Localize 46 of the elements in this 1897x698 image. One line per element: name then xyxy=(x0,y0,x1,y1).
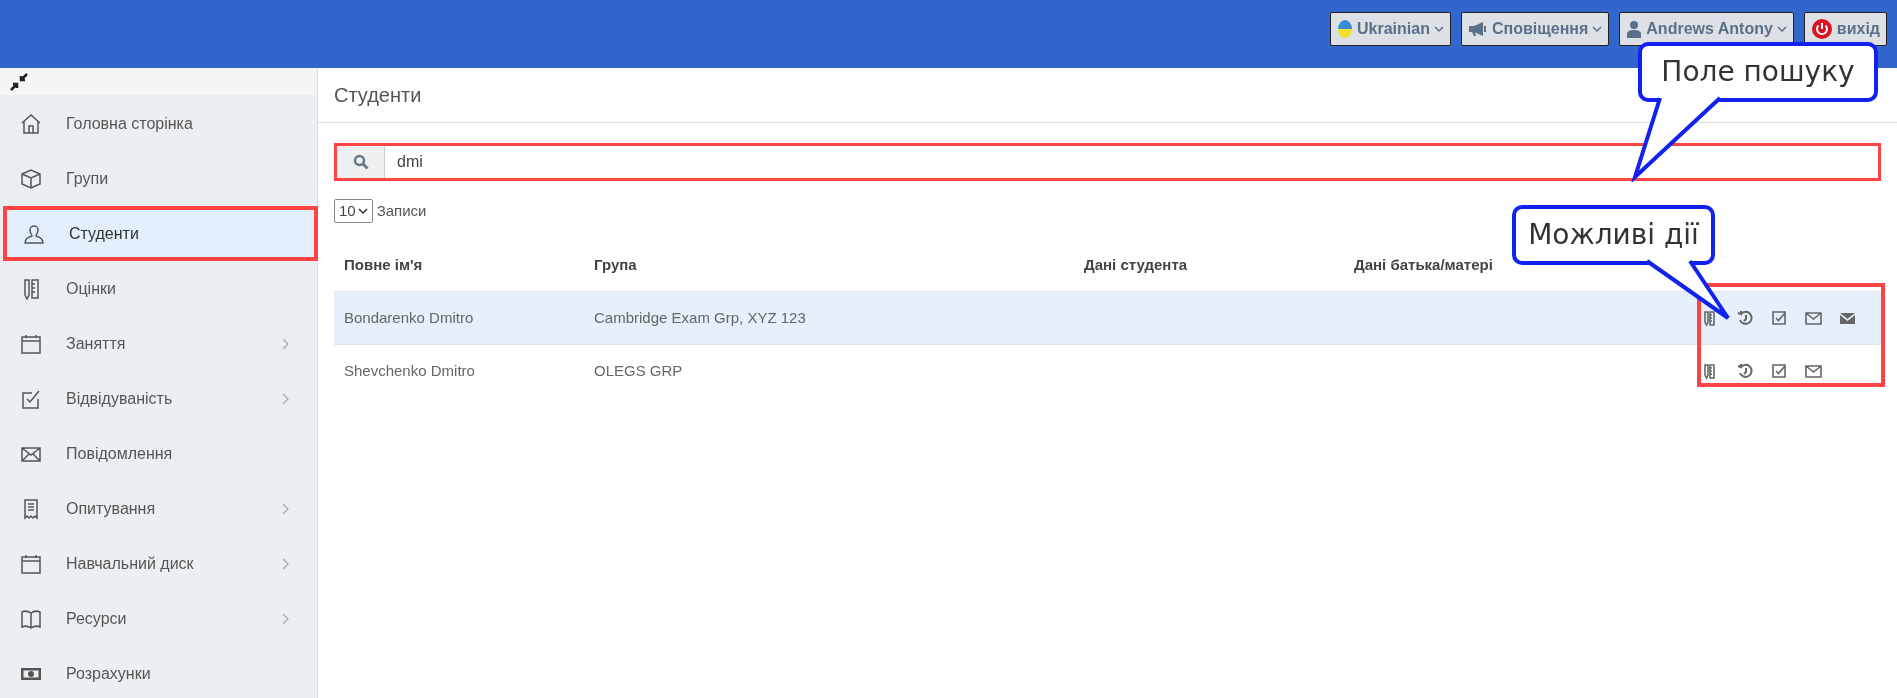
sidebar-item[interactable]: Групи xyxy=(0,151,317,206)
power-icon xyxy=(1810,18,1833,40)
page-size-select[interactable]: 10 xyxy=(334,199,373,223)
checkbox-icon[interactable] xyxy=(1771,362,1788,380)
flag-icon xyxy=(1337,19,1354,39)
language-button[interactable]: Ukrainian xyxy=(1330,12,1451,46)
table-cell-text: Bondarenko Dmitro xyxy=(344,307,474,328)
checkbox-icon[interactable] xyxy=(1771,309,1788,327)
envelope-icon[interactable] xyxy=(1805,309,1822,327)
notifications-button[interactable]: Сповіщення xyxy=(1460,12,1610,46)
sidebar-item[interactable]: Заняття xyxy=(0,316,317,371)
column-header[interactable]: Дані студента xyxy=(1084,253,1188,277)
column-header[interactable]: Дані батька/матері xyxy=(1354,253,1493,277)
chevron-down-icon xyxy=(357,207,368,215)
history-icon[interactable] xyxy=(1737,362,1754,380)
sidebar-item[interactable]: Ресурси xyxy=(0,591,317,646)
table-cell-text: OLEGS GRP xyxy=(594,360,683,381)
table-cell-text: Shevchenko Dmitro xyxy=(344,360,475,381)
house-icon xyxy=(20,112,42,135)
table-cell-text: Cambridge Exam Grp, XYZ 123 xyxy=(594,307,806,328)
column-header[interactable]: Група xyxy=(594,253,637,277)
page-title: Студенти xyxy=(334,83,422,108)
logout-button[interactable]: вихід xyxy=(1803,12,1887,46)
sidebar-item[interactable]: Навчальний диск xyxy=(0,536,317,591)
cube-icon xyxy=(20,167,42,190)
calendar-icon xyxy=(20,332,42,355)
book-icon xyxy=(20,607,42,630)
history-icon[interactable] xyxy=(1737,309,1754,327)
calendar-icon xyxy=(20,552,42,575)
column-header[interactable]: Повне ім'я xyxy=(344,253,423,277)
megaphone-icon xyxy=(1467,21,1488,37)
table-row[interactable]: Bondarenko Dmitro Cambridge Exam Grp, XYZ 123 xyxy=(334,291,1881,344)
sidebar-item[interactable]: Оцінки xyxy=(0,261,317,316)
sidebar-item[interactable]: Відвідуваність xyxy=(0,371,317,426)
collapse-icon[interactable] xyxy=(10,72,28,91)
page-size-label: Записи xyxy=(376,200,427,221)
user-icon xyxy=(1626,20,1643,38)
search-icon xyxy=(352,154,369,170)
sidebar-item[interactable]: Студенти xyxy=(3,206,318,261)
envelope-icon[interactable] xyxy=(1805,362,1822,380)
sidebar-item[interactable]: Розрахунки xyxy=(0,646,317,698)
sidebar-item[interactable]: Головна сторінка xyxy=(0,96,317,151)
sidebar-item[interactable]: Повідомлення xyxy=(0,426,317,481)
user-icon xyxy=(23,222,45,245)
sidebar-item[interactable]: Опитування xyxy=(0,481,317,536)
user-menu-button[interactable]: Andrews Antony xyxy=(1619,12,1794,46)
